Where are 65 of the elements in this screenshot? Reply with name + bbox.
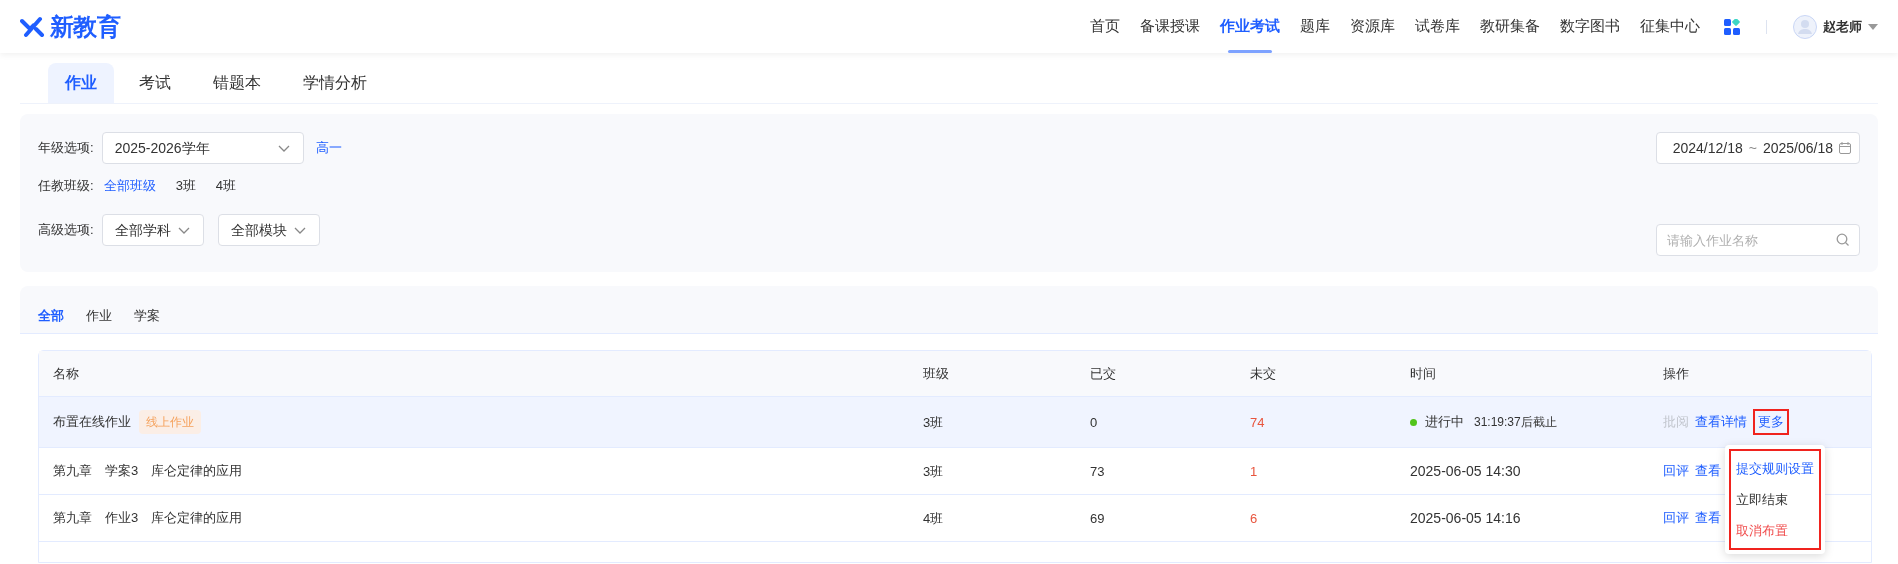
type-tab[interactable]: 作业	[86, 305, 112, 326]
logo-icon	[20, 14, 46, 39]
class-option[interactable]: 3班	[175, 176, 196, 196]
grade-tag[interactable]: 高一	[315, 138, 342, 158]
filter-label: 高级选项:	[38, 221, 94, 240]
column-header: 名称	[53, 366, 79, 381]
table-cell: 73	[1090, 463, 1105, 479]
table-cell: 3班	[923, 463, 944, 479]
class-option[interactable]: 全部班级	[103, 176, 156, 196]
column-header: 已交	[1090, 366, 1116, 381]
column-header: 班级	[923, 366, 949, 381]
nav-link[interactable]: 试卷库	[1405, 0, 1470, 53]
deadline-text: 31:19:37后截止	[1474, 414, 1557, 431]
type-tag: 线上作业	[139, 410, 201, 434]
table-cell-text: 2025-06-05 14:16	[1410, 508, 1521, 528]
table-cell: 74	[1250, 414, 1265, 430]
action-link[interactable]: 查看详情	[1695, 412, 1747, 432]
column-header: 时间	[1410, 366, 1436, 381]
search-icon[interactable]	[1836, 233, 1850, 247]
nav-link[interactable]: 题库	[1290, 0, 1340, 53]
sub-tab[interactable]: 作业	[48, 63, 114, 103]
action-link[interactable]: 更多	[1753, 409, 1789, 435]
nav-link[interactable]: 征集中心	[1630, 0, 1710, 53]
table-cell-text: 布置在线作业	[53, 413, 131, 432]
column-header: 操作	[1663, 366, 1689, 381]
filter-label: 任教班级:	[38, 177, 94, 196]
caret-icon[interactable]	[1868, 22, 1878, 31]
logo-text: 新教育	[50, 11, 121, 42]
filter-dropdown[interactable]: 全部模块	[217, 214, 320, 246]
apps-icon[interactable]	[1724, 18, 1740, 35]
table-cell: 6	[1250, 510, 1258, 526]
grade-select[interactable]: 2025-2026学年	[101, 132, 304, 164]
table-cell: 3班	[923, 414, 944, 430]
table-cell-text: 2025-06-05 14:30	[1410, 461, 1521, 481]
action-link[interactable]: 查看	[1695, 461, 1721, 481]
user-name[interactable]: 赵老师	[1823, 16, 1862, 37]
nav-link[interactable]: 作业考试	[1210, 0, 1290, 53]
table-cell: 0	[1090, 414, 1098, 430]
filter-dropdown[interactable]: 全部学科	[101, 214, 204, 246]
table-cell: 4班	[923, 510, 944, 526]
action-link[interactable]: 回评	[1663, 508, 1689, 528]
sub-tab[interactable]: 错题本	[196, 63, 278, 103]
type-tab[interactable]: 全部	[38, 305, 64, 326]
column-header: 未交	[1250, 366, 1276, 381]
action-link[interactable]: 查看	[1695, 508, 1721, 528]
nav-link[interactable]: 教研集备	[1470, 0, 1550, 53]
calendar-icon	[1839, 142, 1851, 154]
nav-link[interactable]: 首页	[1080, 0, 1130, 53]
nav-link[interactable]: 资源库	[1340, 0, 1405, 53]
date-range-field[interactable]: 2024/12/18 ~ 2025/06/18	[1656, 132, 1860, 164]
menu-item[interactable]: 提交规则设置	[1731, 453, 1819, 485]
search-field[interactable]: 请输入作业名称	[1656, 224, 1860, 256]
type-tab[interactable]: 学案	[134, 305, 160, 326]
nav-link[interactable]: 数字图书	[1550, 0, 1630, 53]
sub-tab[interactable]: 考试	[122, 63, 188, 103]
table-cell-text: 第九章 学案3 库仑定律的应用	[53, 462, 243, 481]
table-cell-text: 第九章 作业3 库仑定律的应用	[53, 509, 243, 528]
filter-label: 年级选项:	[38, 139, 94, 158]
table-cell: 1	[1250, 463, 1258, 479]
class-option[interactable]: 4班	[215, 176, 237, 196]
sub-tab[interactable]: 学情分析	[286, 63, 384, 103]
status-text: 进行中	[1425, 413, 1464, 432]
nav-link[interactable]: 备课授课	[1130, 0, 1210, 53]
action-link[interactable]: 回评	[1663, 461, 1689, 481]
table-cell: 69	[1090, 510, 1105, 526]
